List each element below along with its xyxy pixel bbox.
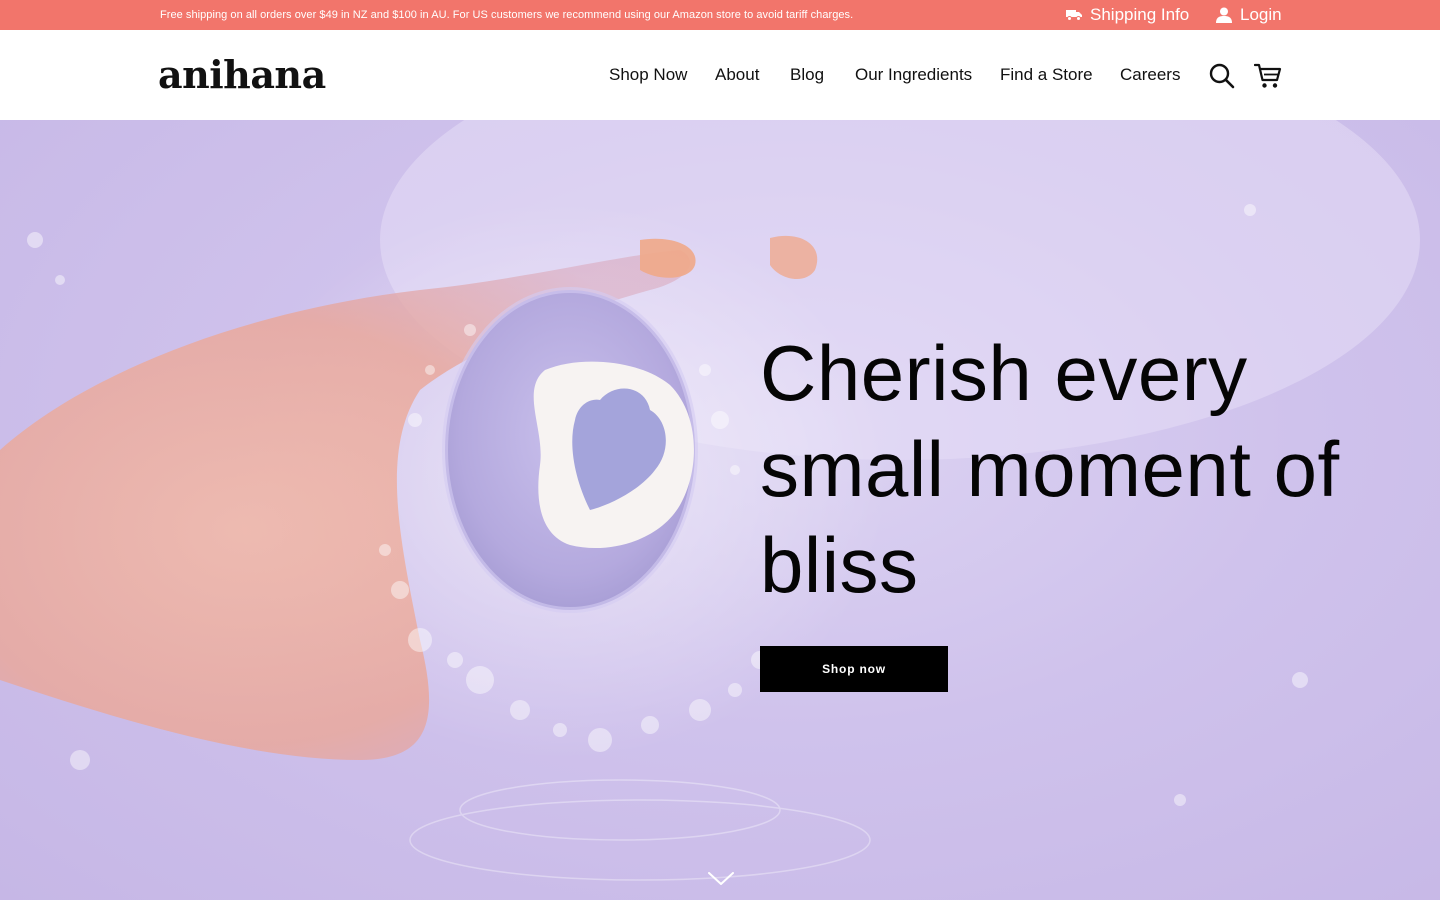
site-header: anihana Shop Now About Blog Our Ingredie…	[0, 30, 1440, 120]
announcement-bar: Free shipping on all orders over $49 in …	[0, 0, 1440, 30]
hero-headline: Cherish every small moment of bliss	[760, 329, 1340, 609]
chevron-down-icon[interactable]	[708, 872, 734, 886]
login-link[interactable]: Login	[1216, 5, 1282, 25]
cart-icon[interactable]	[1254, 62, 1282, 90]
nav-item-shop-now[interactable]: Shop Now	[609, 64, 687, 86]
nav-item-careers[interactable]: Careers	[1120, 64, 1180, 86]
shop-now-button[interactable]: Shop now	[760, 646, 948, 692]
nav-item-blog[interactable]: Blog	[790, 64, 824, 86]
nav-item-find-a-store[interactable]: Find a Store	[1000, 64, 1093, 86]
login-label: Login	[1240, 5, 1282, 24]
user-icon	[1216, 7, 1232, 23]
announcement-text: Free shipping on all orders over $49 in …	[160, 9, 854, 21]
hero-section: Cherish every small moment of bliss Shop…	[0, 120, 1440, 900]
shipping-info-link[interactable]: Shipping Info	[1066, 5, 1189, 25]
truck-icon	[1066, 10, 1082, 21]
nav-item-our-ingredients[interactable]: Our Ingredients	[855, 64, 972, 86]
nav-item-about[interactable]: About	[715, 64, 759, 86]
search-icon[interactable]	[1209, 63, 1235, 89]
shipping-info-label: Shipping Info	[1090, 5, 1190, 24]
